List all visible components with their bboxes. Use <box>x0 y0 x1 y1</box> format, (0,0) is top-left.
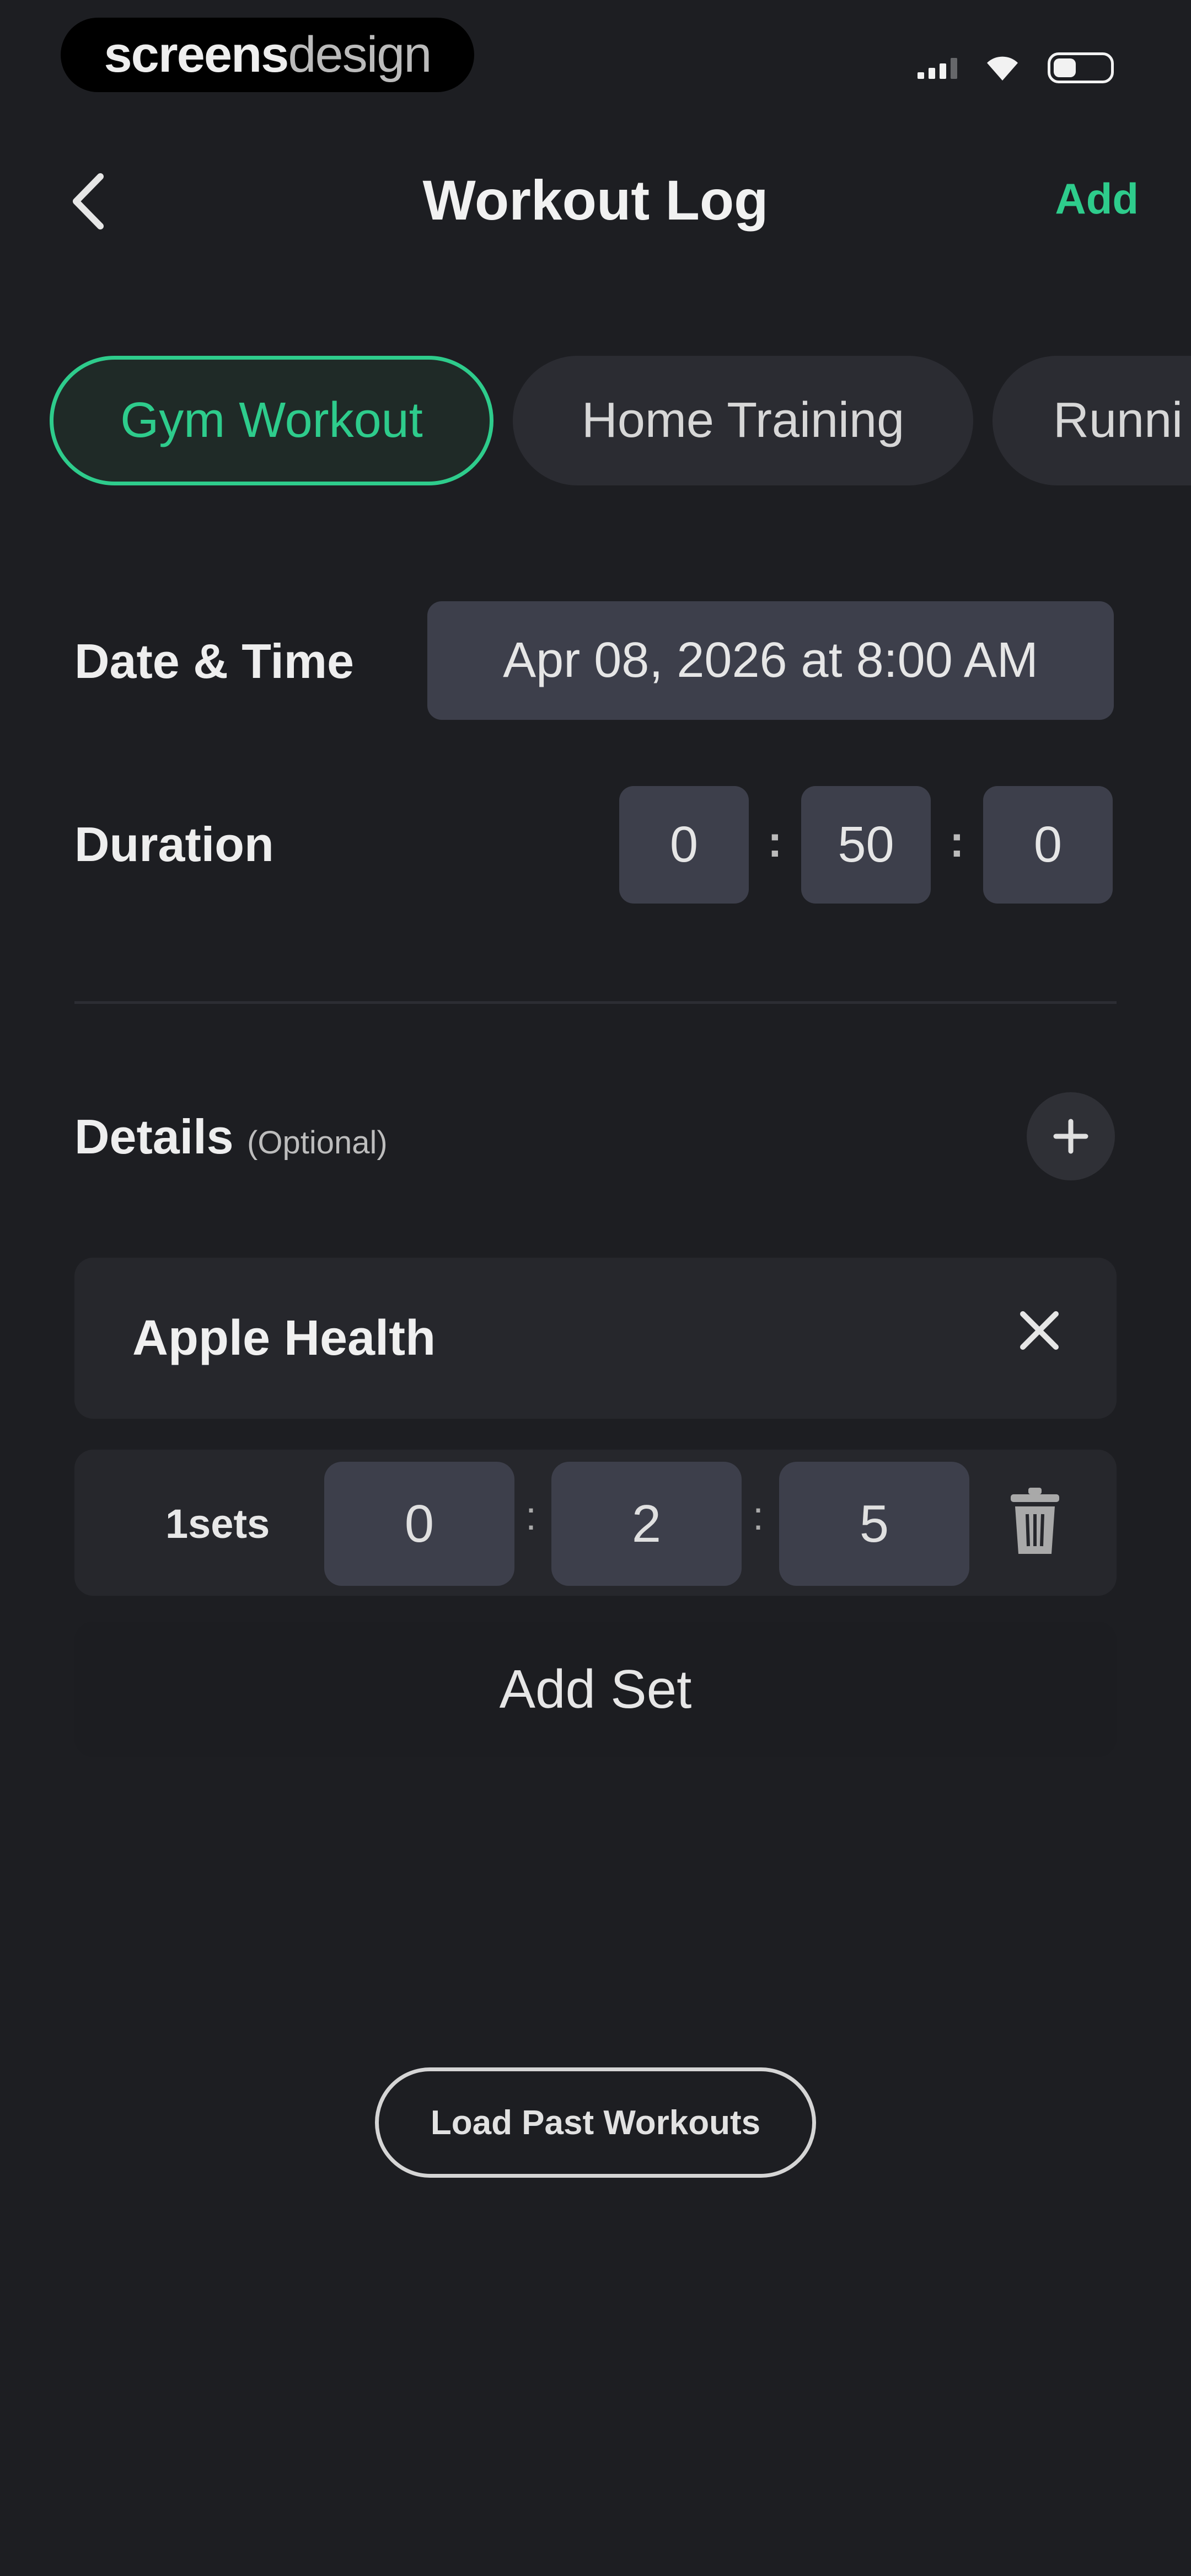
page-title: Workout Log <box>422 169 769 232</box>
details-label: Details (Optional) <box>74 1109 388 1165</box>
load-past-workouts-button[interactable]: Load Past Workouts <box>375 2067 816 2178</box>
set-value-field[interactable]: 0 <box>324 1462 514 1586</box>
details-title: Details <box>74 1109 234 1164</box>
close-icon[interactable] <box>1017 1308 1061 1353</box>
add-detail-button[interactable] <box>1027 1092 1115 1180</box>
detail-card: Apple Health <box>74 1258 1117 1419</box>
badge-text-bold: screens <box>104 26 289 83</box>
cellular-signal-icon <box>918 57 957 79</box>
badge-text-light: design <box>288 26 432 83</box>
date-time-picker[interactable]: Apr 08, 2026 at 8:00 AM <box>427 601 1114 720</box>
set-separator: : <box>753 1494 764 1538</box>
set-label: 1sets <box>165 1501 270 1547</box>
optional-label: (Optional) <box>247 1125 388 1161</box>
duration-separator: : <box>949 817 964 866</box>
duration-separator: : <box>768 817 782 866</box>
wifi-icon <box>987 56 1018 81</box>
set-separator: : <box>525 1494 537 1538</box>
workout-log-screen: screens design Workout Log Add Gym Workou… <box>0 0 1191 2576</box>
set-value-field[interactable]: 2 <box>551 1462 742 1586</box>
battery-icon <box>1048 52 1114 83</box>
set-value-field[interactable]: 5 <box>779 1462 969 1586</box>
add-set-button[interactable]: Add Set <box>74 1622 1117 1757</box>
tab-home-training[interactable]: Home Training <box>513 356 973 485</box>
detail-card-title: Apple Health <box>132 1311 436 1366</box>
duration-minutes-field[interactable]: 50 <box>801 786 931 904</box>
divider <box>74 1001 1117 1004</box>
tab-gym-workout[interactable]: Gym Workout <box>50 356 493 485</box>
trash-icon[interactable] <box>1007 1485 1063 1557</box>
screensdesign-badge: screens design <box>61 18 474 92</box>
add-button[interactable]: Add <box>1055 174 1139 224</box>
duration-hours-field[interactable]: 0 <box>619 786 749 904</box>
workout-type-tabs: Gym Workout Home Training Runni <box>50 356 1191 485</box>
plus-icon <box>1053 1119 1088 1154</box>
duration-seconds-field[interactable]: 0 <box>983 786 1113 904</box>
date-time-label: Date & Time <box>74 634 354 688</box>
set-row: 1sets 0 : 2 : 5 <box>74 1450 1117 1596</box>
tab-running[interactable]: Runni <box>993 356 1191 485</box>
status-icons <box>918 52 1114 83</box>
duration-label: Duration <box>74 817 274 872</box>
